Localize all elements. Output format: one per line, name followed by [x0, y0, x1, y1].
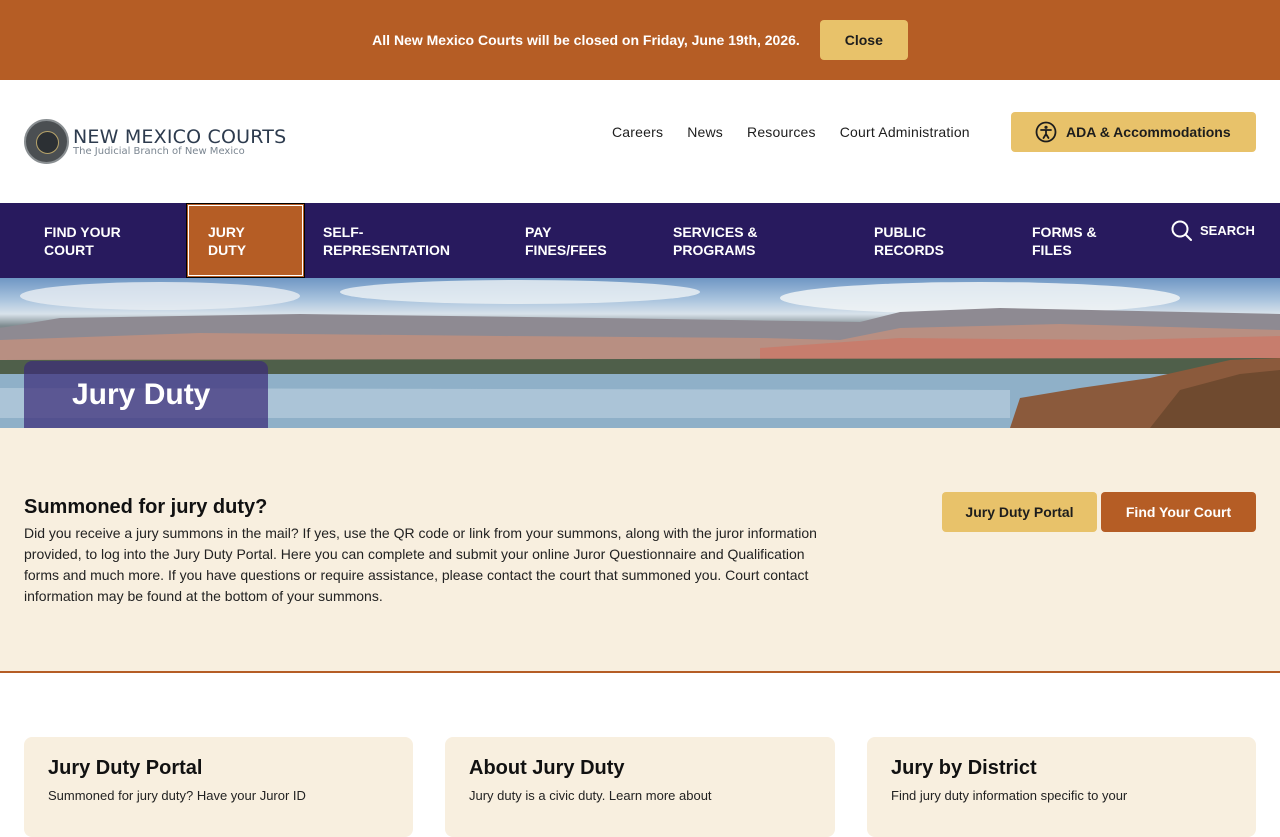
logo-title: NEW MEXICO COURTS: [73, 125, 287, 148]
nav-label-line1: PAY: [525, 223, 552, 240]
card-title: Jury Duty Portal: [48, 757, 203, 779]
search-icon: [1171, 220, 1192, 241]
nav-forms-files[interactable]: FORMS & FILES: [1032, 203, 1097, 278]
nav-public-records[interactable]: PUBLIC RECORDS: [874, 203, 944, 278]
ada-accommodations-button[interactable]: ADA & Accommodations: [1011, 112, 1256, 152]
nav-label-line2: REPRESENTATION: [323, 241, 451, 258]
accessibility-icon: [1035, 121, 1057, 143]
find-your-court-button[interactable]: Find Your Court: [1101, 492, 1256, 532]
utility-nav: Careers News Resources Court Administrat…: [612, 124, 970, 140]
alert-message: All New Mexico Courts will be closed on …: [372, 32, 800, 48]
nav-label-line2: RECORDS: [874, 241, 945, 258]
nav-label-line1: SERVICES &: [673, 223, 758, 240]
ada-label: ADA & Accommodations: [1066, 124, 1231, 140]
card-about-jury-duty[interactable]: About Jury Duty Jury duty is a civic dut…: [445, 737, 835, 837]
nav-label-line1: JURY: [208, 223, 245, 240]
nav-label-line1: FIND YOUR: [44, 223, 121, 240]
nav-services-programs[interactable]: SERVICES & PROGRAMS: [673, 203, 758, 278]
search-label: SEARCH: [1200, 223, 1255, 238]
util-link-careers[interactable]: Careers: [612, 124, 663, 140]
nav-find-your-court[interactable]: FIND YOUR COURT: [44, 203, 121, 278]
card-title: About Jury Duty: [469, 757, 625, 779]
site-header: NEW MEXICO COURTS The Judicial Branch of…: [0, 80, 1280, 203]
nav-label-line2: COURT: [44, 241, 94, 258]
card-text: Find jury duty information specific to y…: [891, 788, 1128, 803]
card-text: Summoned for jury duty? Have your Juror …: [48, 788, 306, 803]
nav-label-line1: FORMS &: [1032, 223, 1097, 240]
card-jury-by-district[interactable]: Jury by District Find jury duty informat…: [867, 737, 1256, 837]
court-seal-icon: [24, 119, 69, 164]
util-link-news[interactable]: News: [687, 124, 723, 140]
summoned-text: Did you receive a jury summons in the ma…: [24, 525, 817, 604]
alert-banner: All New Mexico Courts will be closed on …: [0, 0, 1280, 80]
nav-label-line2: FILES: [1032, 241, 1072, 258]
logo-subtitle: The Judicial Branch of New Mexico: [73, 145, 245, 157]
util-link-resources[interactable]: Resources: [747, 124, 816, 140]
util-link-court-administration[interactable]: Court Administration: [840, 124, 970, 140]
nav-label-line2: PROGRAMS: [673, 241, 756, 258]
summoned-heading: Summoned for jury duty?: [24, 496, 268, 518]
site-logo[interactable]: NEW MEXICO COURTS The Judicial Branch of…: [24, 119, 286, 164]
card-jury-duty-portal[interactable]: Jury Duty Portal Summoned for jury duty?…: [24, 737, 413, 837]
main-nav: FIND YOUR COURT JURY DUTY SELF- REPRESENTAT…: [0, 203, 1280, 278]
nav-label-line1: PUBLIC: [874, 223, 927, 240]
card-text: Jury duty is a civic duty. Learn more ab…: [469, 788, 712, 803]
card-title: Jury by District: [891, 757, 1037, 779]
close-alert-button[interactable]: Close: [819, 20, 908, 60]
hero-title-box: Jury Duty: [24, 361, 268, 428]
nav-label-line2: DUTY: [208, 241, 247, 258]
page-title: Jury Duty: [72, 377, 211, 411]
jury-duty-portal-button[interactable]: Jury Duty Portal: [942, 492, 1097, 532]
nav-self-representation[interactable]: SELF- REPRESENTATION: [323, 203, 450, 278]
hero-banner: Jury Duty: [0, 278, 1280, 428]
nav-pay-fines-fees[interactable]: PAY FINES/FEES: [525, 203, 607, 278]
nav-label-line1: SELF-: [323, 223, 364, 240]
summoned-section: Summoned for jury duty? Did you receive …: [0, 428, 1280, 673]
nav-jury-duty[interactable]: JURY DUTY: [186, 203, 305, 278]
nav-search-button[interactable]: SEARCH: [1171, 220, 1255, 241]
nav-label-line2: FINES/FEES: [525, 241, 607, 258]
